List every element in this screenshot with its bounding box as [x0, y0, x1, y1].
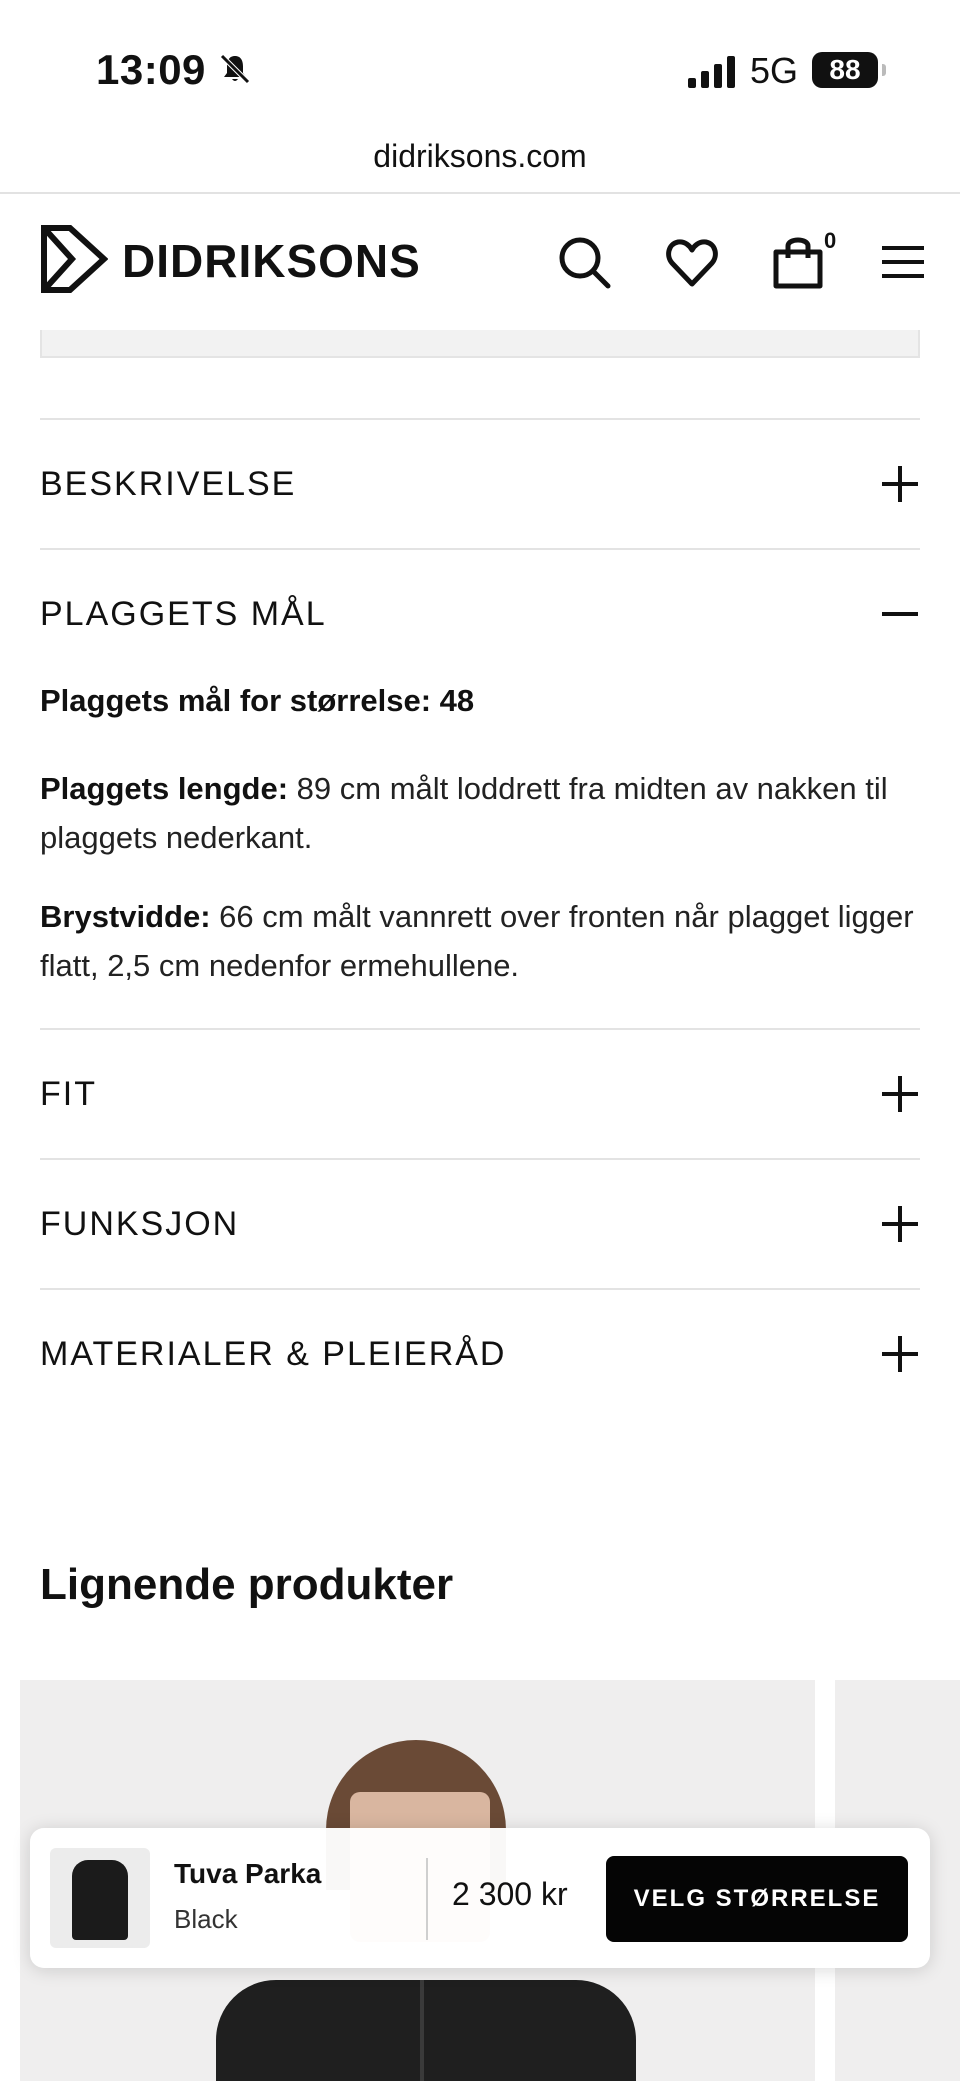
cart-count-badge: 0 — [824, 228, 837, 253]
status-bar: 13:09 5G 88 — [0, 0, 960, 130]
accordion-materialer[interactable]: MATERIALER & PLEIERÅD — [40, 1290, 920, 1418]
measurements-size-label: Plaggets mål for størrelse: 48 — [40, 683, 475, 718]
measurements-size: Plaggets mål for størrelse: 48 — [40, 676, 920, 725]
accordion-beskrivelse[interactable]: BESKRIVELSE — [40, 420, 920, 548]
accordion-title: FIT — [40, 1074, 97, 1113]
signal-icon — [688, 56, 735, 88]
heart-icon[interactable] — [664, 234, 720, 290]
chest-label: Brystvidde: — [40, 899, 211, 934]
product-price: 2 300 kr — [452, 1876, 568, 1912]
plus-icon[interactable] — [880, 464, 920, 504]
accordion-plaggets-mal[interactable]: PLAGGETS MÅL — [40, 550, 920, 678]
brand-name[interactable]: DIDRIKSONS — [122, 234, 421, 288]
battery-icon: 88 — [812, 52, 886, 88]
similar-products-title: Lignende produkter — [40, 1560, 454, 1609]
bell-muted-icon — [220, 54, 250, 84]
length-label: Plaggets lengde: — [40, 771, 289, 806]
cart-icon[interactable] — [770, 234, 826, 290]
url-bar[interactable]: didriksons.com — [0, 138, 960, 175]
divider — [426, 1858, 428, 1940]
accordion-title: BESKRIVELSE — [40, 464, 297, 503]
plus-icon[interactable] — [880, 1074, 920, 1114]
previous-section-box — [40, 330, 920, 358]
thumbnail-jacket — [72, 1860, 128, 1940]
plus-icon[interactable] — [880, 1334, 920, 1374]
site-header: DIDRIKSONS 0 — [0, 194, 960, 330]
accordion-title: PLAGGETS MÅL — [40, 594, 327, 633]
accordion-title: MATERIALER & PLEIERÅD — [40, 1334, 507, 1373]
minus-icon[interactable] — [880, 594, 920, 634]
measurements-length: Plaggets lengde: 89 cm målt loddrett fra… — [40, 764, 920, 862]
accordion-fit[interactable]: FIT — [40, 1030, 920, 1158]
measurements-chest: Brystvidde: 66 cm målt vannrett over fro… — [40, 892, 920, 990]
network-type: 5G — [750, 50, 799, 91]
accordion-funksjon[interactable]: FUNKSJON — [40, 1160, 920, 1288]
status-time: 13:09 — [96, 46, 206, 93]
plus-icon[interactable] — [880, 1204, 920, 1244]
menu-icon[interactable] — [878, 234, 928, 290]
sticky-buy-bar: Tuva Parka Black 2 300 kr VELG STØRRELSE — [30, 1828, 930, 1968]
search-icon[interactable] — [556, 234, 612, 290]
select-size-button[interactable]: VELG STØRRELSE — [606, 1856, 908, 1942]
brand-logo-icon[interactable] — [40, 224, 108, 294]
product-color: Black — [174, 1904, 238, 1934]
jacket-zip — [420, 1980, 424, 2081]
product-name: Tuva Parka — [174, 1858, 322, 1889]
product-thumbnail — [50, 1848, 150, 1948]
accordion-title: FUNKSJON — [40, 1204, 240, 1243]
model-jacket — [216, 1980, 636, 2081]
